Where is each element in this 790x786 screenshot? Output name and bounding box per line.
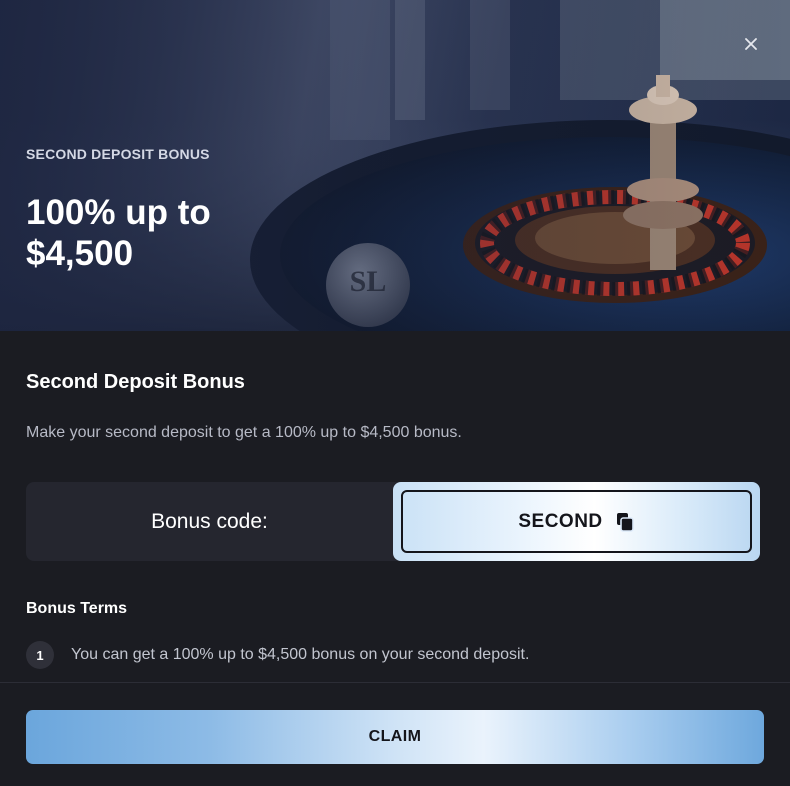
casino-logo-coin: SL	[349, 265, 387, 298]
copy-icon	[616, 512, 634, 532]
term-text: You can get a 100% up to $4,500 bonus on…	[71, 646, 530, 663]
bonus-modal: SL SECOND DEPOSIT BONUS 100% up to $4,50…	[0, 0, 790, 786]
hero-banner: SL SECOND DEPOSIT BONUS 100% up to $4,50…	[0, 0, 790, 331]
terms-list-item: 1 You can get a 100% up to $4,500 bonus …	[26, 641, 529, 669]
bonus-description: Make your second deposit to get a 100% u…	[26, 424, 462, 441]
claim-button[interactable]: CLAIM	[26, 710, 764, 764]
term-number-badge: 1	[26, 641, 54, 669]
bonus-code-box: Bonus code: SECOND	[26, 482, 760, 561]
bonus-terms-title: Bonus Terms	[26, 600, 128, 617]
bonus-code-label: Bonus code:	[151, 509, 268, 533]
bonus-code-copy-area: SECOND	[393, 482, 760, 561]
bonus-title: Second Deposit Bonus	[26, 371, 245, 393]
hero-eyebrow: SECOND DEPOSIT BONUS	[26, 146, 210, 162]
claim-button-label: CLAIM	[368, 728, 422, 745]
bonus-code-value: SECOND	[518, 510, 603, 532]
close-icon	[745, 38, 757, 50]
hero-title: 100% up to $4,500	[26, 193, 211, 273]
close-button[interactable]	[738, 31, 764, 57]
footer-divider	[0, 682, 790, 683]
copy-code-button[interactable]: SECOND	[401, 490, 752, 553]
